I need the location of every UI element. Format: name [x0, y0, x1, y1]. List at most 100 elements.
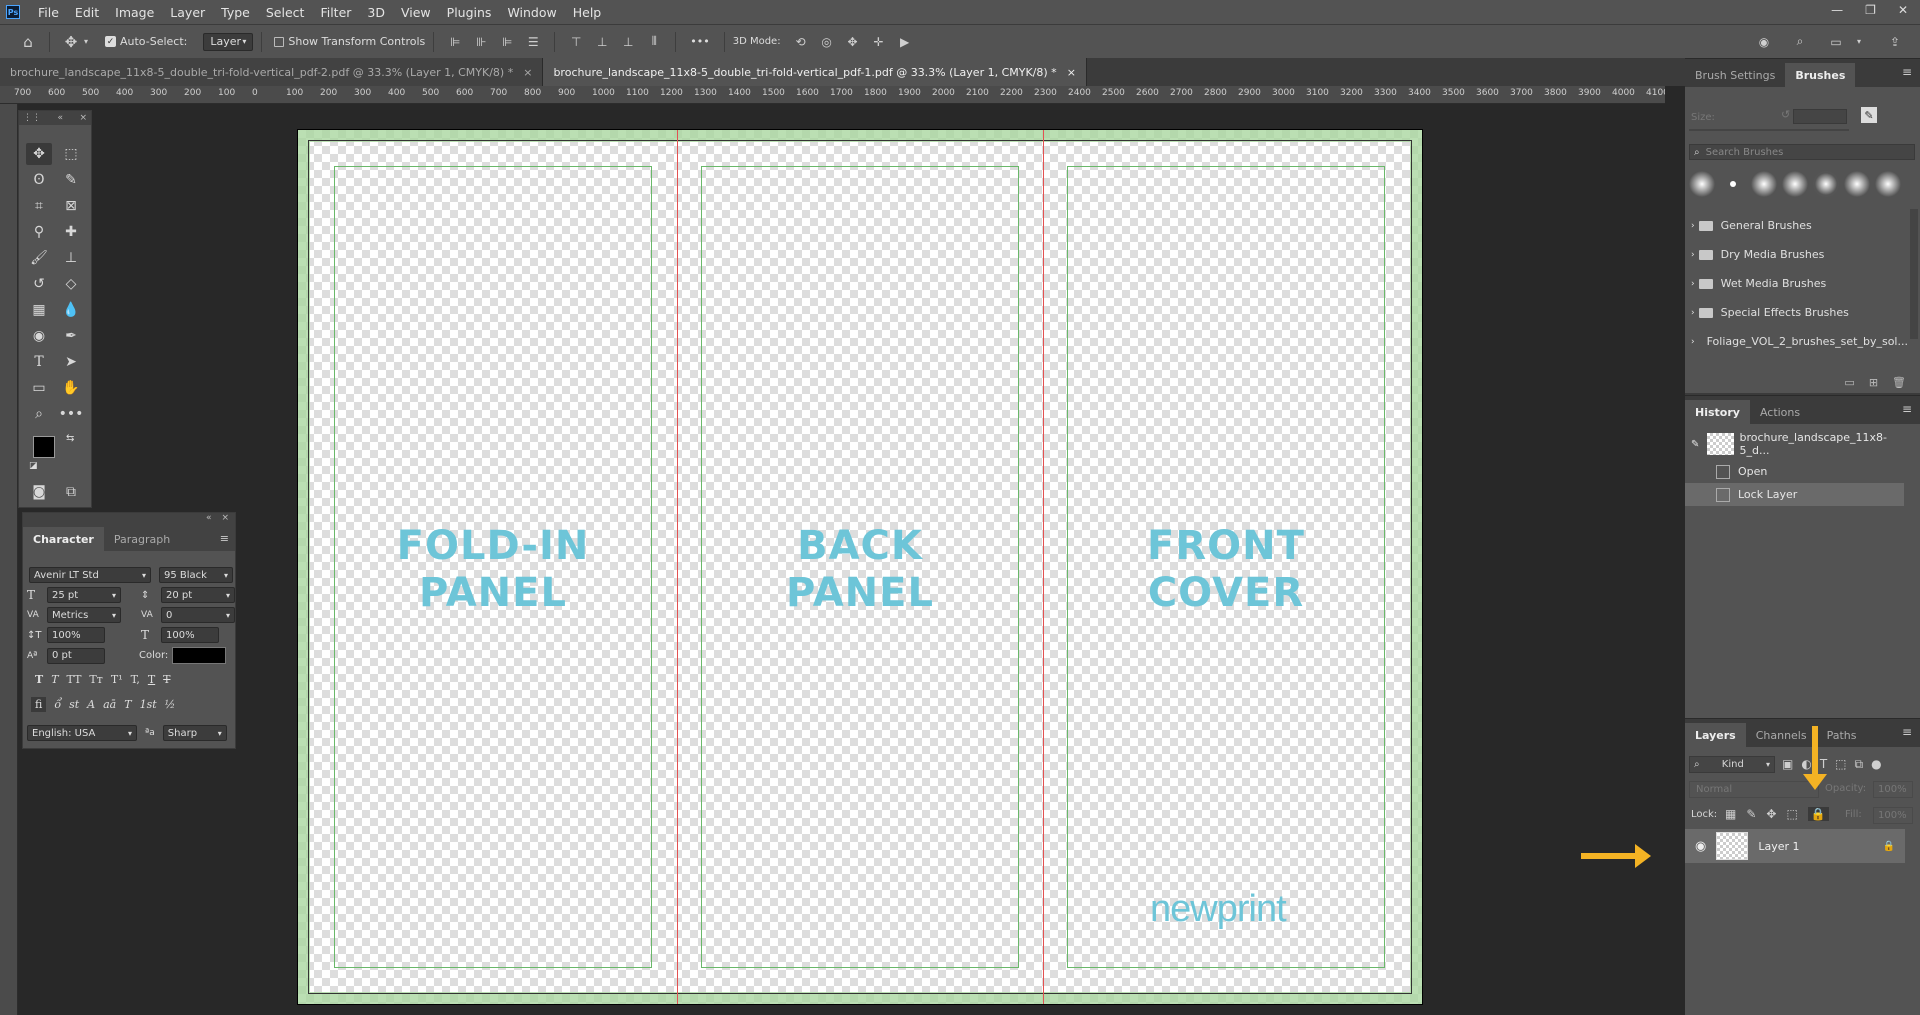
3d-orbit-icon[interactable]: ⟲: [793, 34, 809, 50]
tab-character[interactable]: Character: [23, 527, 104, 551]
tab-history[interactable]: History: [1685, 400, 1750, 424]
vertical-ruler[interactable]: [0, 104, 18, 1015]
menu-help[interactable]: Help: [565, 5, 610, 20]
font-family-dropdown[interactable]: Avenir LT Std ▾: [29, 567, 151, 583]
align-right-icon[interactable]: ⊫: [499, 34, 515, 50]
distribute-v-icon[interactable]: ⫴: [646, 34, 662, 50]
tracking-field[interactable]: 0 ▾: [161, 607, 235, 623]
menu-edit[interactable]: Edit: [67, 5, 107, 20]
font-style-dropdown[interactable]: 95 Black ▾: [159, 567, 233, 583]
panel-menu-icon[interactable]: ≡: [1902, 725, 1912, 739]
layer-filter-dropdown[interactable]: ⌕ Kind ▾: [1689, 756, 1775, 773]
search-icon[interactable]: ⌕: [1792, 34, 1808, 50]
healing-tool-icon[interactable]: ✚: [58, 221, 84, 243]
lasso-tool-icon[interactable]: ʘ: [26, 169, 52, 191]
brush-tool-icon[interactable]: 🖌: [26, 247, 52, 269]
share-icon[interactable]: ⇪: [1887, 34, 1903, 50]
reset-icon[interactable]: ↺: [1781, 108, 1790, 121]
language-dropdown[interactable]: English: USA ▾: [27, 725, 137, 741]
move-tool-icon[interactable]: ✥: [26, 143, 52, 165]
3d-pan-icon[interactable]: ✥: [845, 34, 861, 50]
close-tab-icon[interactable]: ×: [523, 66, 532, 79]
brush-preset[interactable]: [1720, 171, 1746, 197]
brush-folder[interactable]: › Foliage_VOL_2_brushes_set_by_sol...: [1685, 327, 1908, 356]
superscript-button[interactable]: T¹: [111, 673, 123, 686]
align-top-icon[interactable]: ⊤: [568, 34, 584, 50]
align-middle-v-icon[interactable]: ⊥: [594, 34, 610, 50]
close-icon[interactable]: ×: [79, 113, 87, 123]
close-icon[interactable]: ✕: [1898, 3, 1908, 17]
eraser-tool-icon[interactable]: ◇: [58, 273, 84, 295]
leading-field[interactable]: 20 pt ▾: [161, 587, 235, 603]
close-icon[interactable]: ×: [221, 513, 229, 525]
smart-object-filter-icon[interactable]: ⧉: [1855, 757, 1864, 772]
baseline-shift-field[interactable]: 0 pt: [47, 647, 105, 664]
shape-tool-icon[interactable]: ▭: [26, 377, 52, 399]
menu-3d[interactable]: 3D: [359, 5, 393, 20]
small-caps-button[interactable]: Tт: [89, 673, 102, 686]
ligatures-button[interactable]: fi: [31, 697, 47, 712]
more-tools-icon[interactable]: •••: [58, 403, 84, 425]
brush-preset[interactable]: [1689, 171, 1715, 197]
auto-select-target-dropdown[interactable]: Layer ▾: [203, 32, 254, 51]
quick-mask-icon[interactable]: ◙: [26, 481, 52, 503]
brush-preset[interactable]: [1813, 171, 1839, 197]
menu-file[interactable]: File: [30, 5, 67, 20]
dodge-tool-icon[interactable]: ◉: [26, 325, 52, 347]
underline-button[interactable]: T: [148, 673, 155, 686]
size-slider[interactable]: [1689, 129, 1849, 131]
collapse-icon[interactable]: «: [57, 113, 63, 123]
minimize-icon[interactable]: —: [1831, 3, 1843, 17]
tab-paths[interactable]: Paths: [1817, 723, 1867, 747]
pixel-filter-icon[interactable]: ▣: [1782, 757, 1793, 772]
type-tool-icon[interactable]: T: [26, 351, 52, 373]
align-center-h-icon[interactable]: ⊪: [473, 34, 489, 50]
faux-bold-button[interactable]: T: [35, 673, 43, 686]
home-icon[interactable]: ⌂: [20, 33, 36, 51]
screen-mode-icon[interactable]: ⧉: [58, 481, 84, 503]
3d-camera-icon[interactable]: ▶: [897, 34, 913, 50]
brushes-scrollbar[interactable]: [1910, 209, 1918, 339]
doc-tab-active[interactable]: brochure_landscape_11x8-5_double_tri-fol…: [543, 58, 1087, 86]
chevron-down-icon[interactable]: ▾: [78, 34, 94, 50]
menu-view[interactable]: View: [393, 5, 439, 20]
filter-toggle-icon[interactable]: ●: [1871, 757, 1881, 772]
type-filter-icon[interactable]: T: [1820, 757, 1827, 772]
horizontal-scale-field[interactable]: 100%: [161, 627, 219, 643]
shape-filter-icon[interactable]: ⬚: [1835, 757, 1846, 772]
menu-type[interactable]: Type: [213, 5, 258, 20]
stamp-tool-icon[interactable]: ⊥: [58, 247, 84, 269]
opacity-field[interactable]: 100%: [1873, 781, 1913, 798]
document-canvas[interactable]: FOLD-IN PANEL BACK PANEL FRONT COVER new…: [297, 129, 1423, 1005]
tab-brush-settings[interactable]: Brush Settings: [1685, 63, 1785, 87]
new-group-icon[interactable]: ▭: [1844, 376, 1854, 389]
3d-roll-icon[interactable]: ◎: [819, 34, 835, 50]
strikethrough-button[interactable]: T: [163, 673, 170, 686]
distribute-icon[interactable]: ☰: [525, 34, 541, 50]
lock-image-icon[interactable]: ✎: [1746, 807, 1756, 821]
restore-icon[interactable]: ❐: [1865, 3, 1876, 17]
lock-artboard-icon[interactable]: ⬚: [1786, 807, 1797, 821]
brush-preset[interactable]: [1782, 171, 1808, 197]
adjustment-filter-icon[interactable]: ◐: [1801, 757, 1811, 772]
account-icon[interactable]: ◉: [1756, 34, 1772, 50]
tab-layers[interactable]: Layers: [1685, 723, 1746, 747]
swash-button[interactable]: A: [87, 698, 95, 711]
panel-menu-icon[interactable]: ≡: [1902, 65, 1912, 79]
gradient-tool-icon[interactable]: ▦: [26, 299, 52, 321]
crop-tool-icon[interactable]: ⌗: [26, 195, 52, 217]
text-color-swatch[interactable]: [172, 647, 227, 664]
subscript-button[interactable]: T,: [131, 673, 140, 686]
path-select-tool-icon[interactable]: ➤: [58, 351, 84, 373]
lock-transparent-icon[interactable]: ▦: [1725, 807, 1736, 821]
pen-tool-icon[interactable]: ✒: [58, 325, 84, 347]
panel-menu-icon[interactable]: ≡: [1902, 402, 1912, 416]
tab-channels[interactable]: Channels: [1746, 723, 1817, 747]
canvas-area[interactable]: FOLD-IN PANEL BACK PANEL FRONT COVER new…: [18, 104, 1665, 1015]
show-transform-checkbox[interactable]: [274, 36, 285, 47]
workspace-icon[interactable]: ▭: [1828, 34, 1844, 50]
all-caps-button[interactable]: TT: [67, 673, 82, 686]
ordinals-button[interactable]: 1st: [140, 698, 157, 711]
layer-name[interactable]: Layer 1: [1758, 840, 1799, 853]
tab-paragraph[interactable]: Paragraph: [104, 527, 180, 551]
